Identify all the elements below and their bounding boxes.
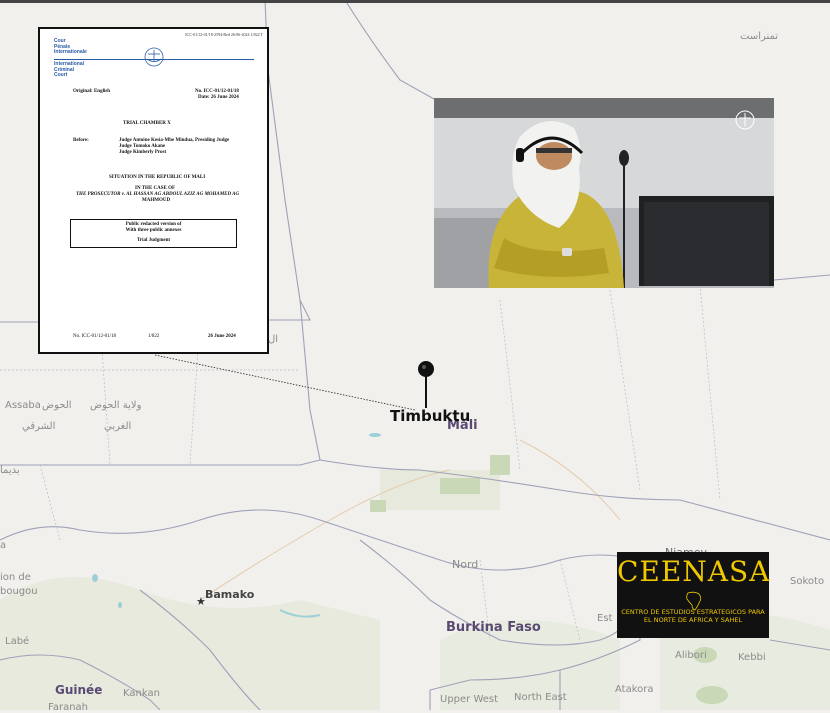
africa-map-icon xyxy=(686,591,702,611)
marker-label-timbuktu: Timbuktu xyxy=(390,407,471,425)
label-faranah: Faranah xyxy=(48,702,89,713)
label-sokoto: Sokoto xyxy=(790,576,825,587)
label-nord: Nord xyxy=(452,558,479,571)
ceenasa-logo: CEENASA CENTRO DE ESTUDIOS ESTRATEGICOS … xyxy=(617,552,769,638)
label-guinee: Guinée xyxy=(55,683,103,697)
judgment-document[interactable]: ICC-01/12-01/18-2594-Red 26-06-2024 1/82… xyxy=(38,27,269,354)
original-language: Original: English xyxy=(73,89,111,94)
label-bamako: Bamako xyxy=(205,588,255,601)
situation-title: SITUATION IN THE REPUBLIC OF MALI xyxy=(109,175,206,180)
label-est: Est xyxy=(597,613,613,624)
label-kankan: Kankan xyxy=(123,688,160,699)
label-hodh-west: الغربي xyxy=(104,421,132,432)
footer-page: 1/822 xyxy=(148,334,160,339)
court-name-en: International Criminal Court xyxy=(54,61,85,78)
label-atakora: Atakora xyxy=(615,684,654,695)
footer-case-number: No. ICC-01/12-01/18 xyxy=(73,334,117,339)
map-pin-icon[interactable] xyxy=(417,360,435,410)
label-upper-west: Upper West xyxy=(440,694,499,705)
chamber-title: TRIAL CHAMBER X xyxy=(123,121,171,126)
label-ion-de: ion de xyxy=(0,572,31,583)
label-hodh: ولاية الحوض xyxy=(90,400,142,411)
label-bougou: bougou xyxy=(0,586,38,597)
label-assaba-ar: الحوض xyxy=(42,400,72,411)
before-label: Before: xyxy=(73,138,89,143)
label-cut: ال xyxy=(268,334,279,345)
label-burkina-faso: Burkina Faso xyxy=(446,620,541,635)
label-kebbi: Kebbi xyxy=(738,652,766,663)
top-bar xyxy=(0,0,830,3)
label-alibori: Alibori xyxy=(675,650,707,661)
label-tamanrasset: تمنراست xyxy=(740,31,779,42)
court-name-fr: Cour Pénale Internationale xyxy=(54,38,87,55)
redaction-box: Public redacted version of With three pu… xyxy=(70,219,237,248)
label-north-east: North East xyxy=(514,692,567,703)
judge-3: Judge Kimberly Prost xyxy=(119,150,167,155)
label-labe: Labé xyxy=(5,636,30,647)
footer-date: 26 June 2024 xyxy=(208,334,236,339)
case-line-3: MAHMOUD xyxy=(142,198,171,203)
document-date: Date: 26 June 2024 xyxy=(198,95,239,100)
label-hodh-east: الشرقي xyxy=(22,421,56,432)
label-assaba: Assaba xyxy=(5,400,41,411)
logo-name: CEENASA xyxy=(617,555,771,588)
label-a: a xyxy=(0,540,7,551)
defendant-photo[interactable] xyxy=(434,98,774,288)
icc-seal-icon xyxy=(144,47,164,67)
document-id: ICC-01/12-01/18-2594-Red 26-06-2024 1/82… xyxy=(185,32,263,37)
label-bidima: بديما xyxy=(0,465,20,476)
